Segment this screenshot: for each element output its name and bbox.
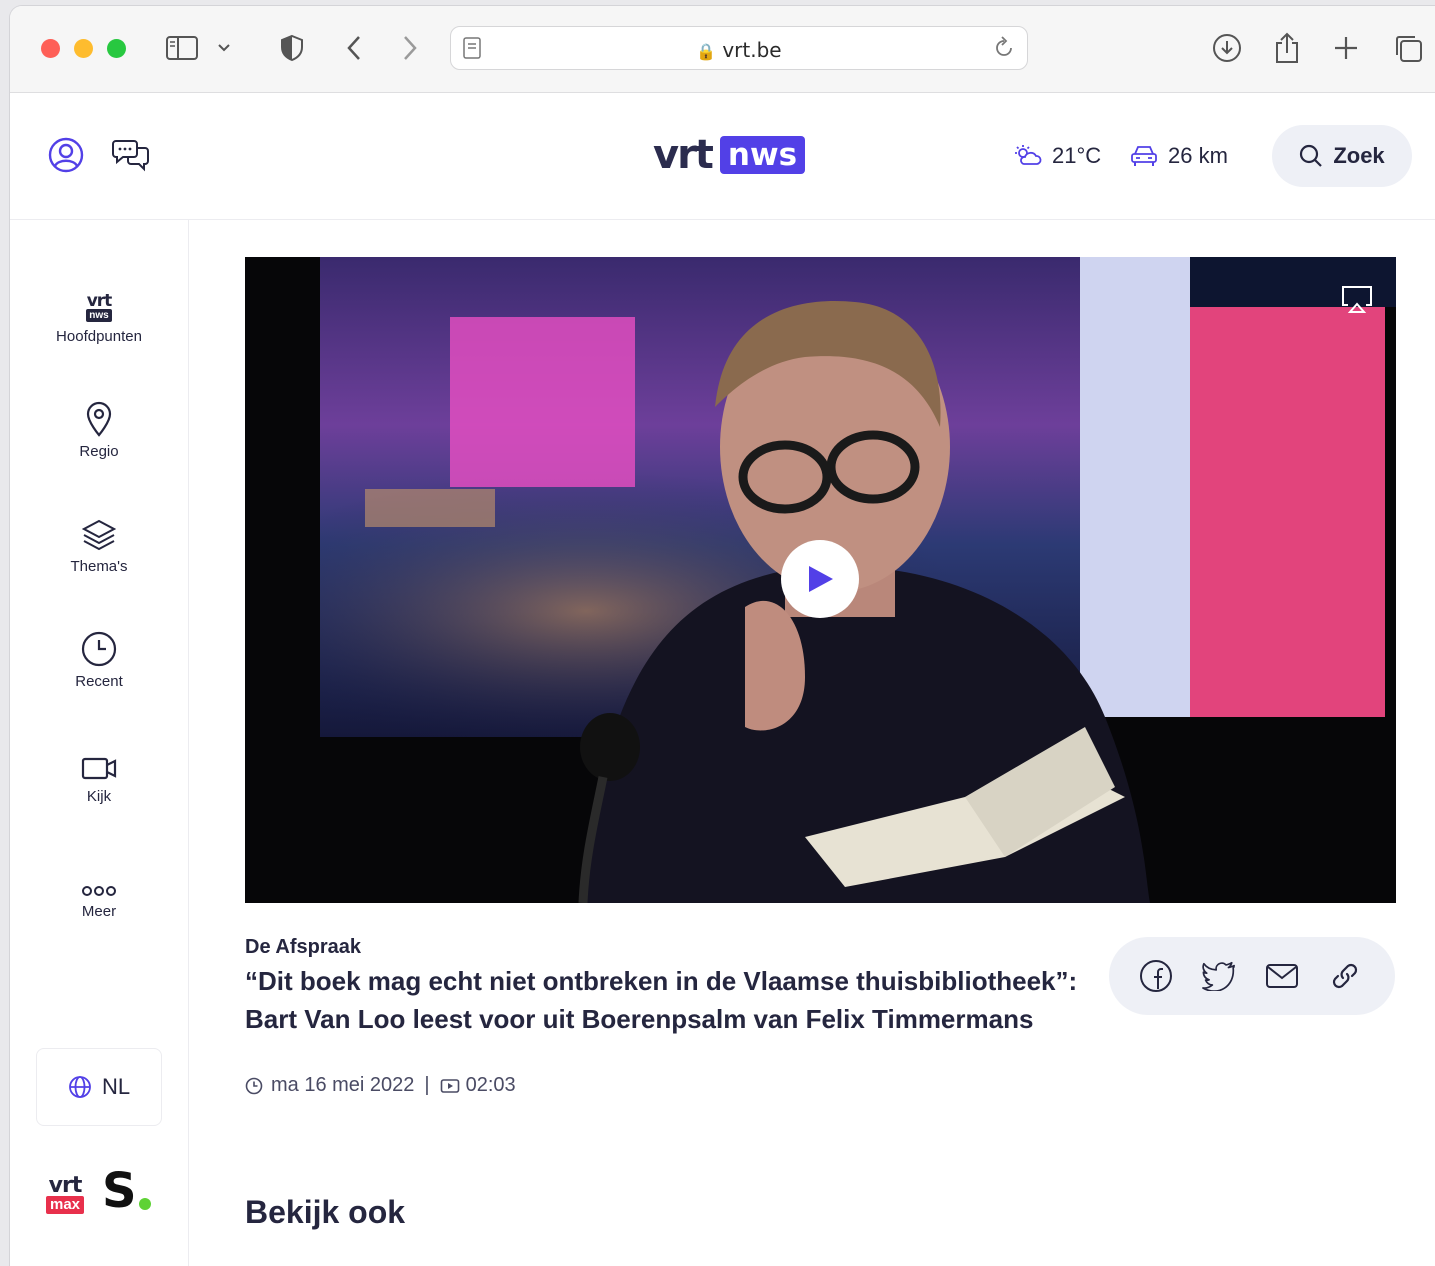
twitter-share-icon[interactable] bbox=[1202, 959, 1236, 993]
article-title: “Dit boek mag echt niet ontbreken in de … bbox=[245, 966, 1078, 1034]
address-bar[interactable]: 🔒 vrt.be bbox=[450, 26, 1028, 70]
chevron-down-icon[interactable] bbox=[210, 30, 238, 66]
search-label: Zoek bbox=[1333, 143, 1385, 168]
layers-icon bbox=[10, 512, 188, 552]
weather-partly-cloudy-icon bbox=[1015, 145, 1042, 165]
globe-icon bbox=[69, 1076, 91, 1098]
minimize-window-button[interactable] bbox=[74, 39, 93, 58]
search-icon bbox=[1300, 144, 1323, 167]
video-camera-icon bbox=[10, 742, 188, 782]
search-button[interactable]: Zoek bbox=[1272, 125, 1412, 187]
sidebar-nav: vrt nws Hoofdpunten Regio Thema's Recent bbox=[10, 220, 189, 1266]
vrtmax-bottom-text: max bbox=[46, 1196, 85, 1214]
traffic-widget[interactable]: 26 km bbox=[1130, 143, 1228, 169]
vrt-nws-icon: vrt nws bbox=[10, 282, 188, 322]
logo-vrt-text: vrt bbox=[653, 132, 714, 178]
play-icon bbox=[809, 566, 833, 592]
language-label: NL bbox=[101, 1074, 131, 1099]
sidebar-toggle-icon[interactable] bbox=[162, 30, 202, 66]
video-player[interactable] bbox=[245, 257, 1396, 903]
reload-icon[interactable] bbox=[993, 36, 1015, 65]
zoom-window-button[interactable] bbox=[107, 39, 126, 58]
article-meta: ma 16 mei 2022 | 02:03 bbox=[245, 1074, 516, 1097]
close-window-button[interactable] bbox=[41, 39, 60, 58]
copy-link-icon[interactable] bbox=[1328, 959, 1362, 993]
logo-nws-text: nws bbox=[719, 136, 806, 174]
sidebar-item-regio[interactable]: Regio bbox=[10, 397, 188, 460]
sidebar-item-kijk[interactable]: Kijk bbox=[10, 742, 188, 805]
share-icon[interactable] bbox=[1269, 30, 1305, 66]
browser-window: 🔒 vrt.be vrt nws 21°C 26 km Zoek vrt nws… bbox=[10, 6, 1435, 1266]
mini-logo-nws: nws bbox=[86, 309, 112, 322]
chat-icon[interactable] bbox=[112, 137, 150, 178]
sidebar-item-themas[interactable]: Thema's bbox=[10, 512, 188, 575]
section-heading-bekijk-ook: Bekijk ook bbox=[245, 1194, 406, 1230]
sidebar-item-hoofdpunten[interactable]: vrt nws Hoofdpunten bbox=[10, 282, 188, 346]
more-icon bbox=[10, 857, 188, 897]
back-icon[interactable] bbox=[336, 30, 372, 66]
sidebar-item-recent[interactable]: Recent bbox=[10, 627, 188, 690]
email-share-icon[interactable] bbox=[1265, 959, 1299, 993]
temperature-value: 21°C bbox=[1052, 143, 1102, 168]
new-tab-icon[interactable] bbox=[1328, 30, 1364, 66]
clock-small-icon bbox=[245, 1077, 263, 1094]
airplay-icon[interactable] bbox=[1340, 285, 1374, 318]
sporza-letter: S bbox=[102, 1163, 137, 1219]
vrtmax-top-text: vrt bbox=[48, 1173, 83, 1198]
car-icon bbox=[1131, 146, 1157, 166]
sidebar-label-kijk: Kijk bbox=[86, 788, 112, 805]
site-header: vrt nws 21°C 26 km Zoek bbox=[10, 93, 1435, 220]
account-icon[interactable] bbox=[48, 137, 84, 178]
publish-date: ma 16 mei 2022 bbox=[271, 1074, 415, 1096]
sidebar-label-regio: Regio bbox=[79, 443, 119, 460]
sporza-dot bbox=[138, 1198, 151, 1210]
sporza-logo[interactable]: S bbox=[102, 1166, 151, 1216]
privacy-shield-icon[interactable] bbox=[274, 30, 310, 66]
video-duration: 02:03 bbox=[465, 1074, 516, 1096]
language-switch-button[interactable]: NL bbox=[36, 1048, 162, 1126]
play-button[interactable] bbox=[781, 540, 859, 618]
meta-separator: | bbox=[424, 1074, 430, 1096]
url-value: vrt.be bbox=[722, 38, 782, 62]
vrt-max-logo[interactable]: vrt max bbox=[46, 1173, 85, 1214]
browser-toolbar: 🔒 vrt.be bbox=[10, 6, 1435, 93]
traffic-value: 26 km bbox=[1168, 143, 1228, 168]
video-small-icon bbox=[440, 1078, 459, 1093]
share-bar bbox=[1109, 937, 1395, 1015]
sidebar-label-hoofdpunten: Hoofdpunten bbox=[56, 328, 142, 345]
download-icon[interactable] bbox=[1209, 30, 1245, 66]
program-name[interactable]: De Afspraak bbox=[245, 936, 361, 959]
location-pin-icon bbox=[10, 397, 188, 437]
lock-icon: 🔒 bbox=[696, 42, 717, 61]
mini-logo-vrt: vrt bbox=[86, 291, 113, 311]
sidebar-label-themas: Thema's bbox=[70, 558, 128, 575]
sidebar-label-recent: Recent bbox=[75, 673, 123, 690]
weather-widget[interactable]: 21°C bbox=[1014, 143, 1101, 169]
url-text: 🔒 vrt.be bbox=[451, 38, 1027, 62]
facebook-share-icon[interactable] bbox=[1139, 959, 1173, 993]
sidebar-label-meer: Meer bbox=[81, 903, 117, 920]
tab-overview-icon[interactable] bbox=[1390, 30, 1426, 66]
vrt-nws-logo[interactable]: vrt nws bbox=[653, 132, 806, 178]
sidebar-item-meer[interactable]: Meer bbox=[10, 857, 188, 920]
forward-icon[interactable] bbox=[392, 30, 428, 66]
clock-icon bbox=[10, 627, 188, 667]
